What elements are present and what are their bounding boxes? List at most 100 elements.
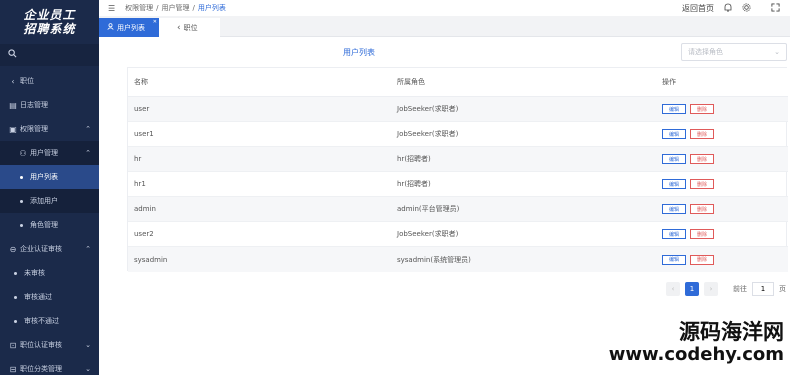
sidebar-item-label: 职位分类管理 <box>20 365 62 373</box>
sidebar-item-logs[interactable]: ▤ 日志管理 <box>0 93 99 117</box>
chevron-down-icon: ⌄ <box>774 48 780 56</box>
cell-role: sysadmin(系统管理员) <box>397 255 471 264</box>
fullscreen-icon[interactable] <box>771 2 780 14</box>
bell-icon[interactable] <box>724 3 732 14</box>
sidebar-item-label: 角色管理 <box>30 221 58 229</box>
goto-page-input[interactable] <box>752 282 774 296</box>
delete-button[interactable]: 删除 <box>690 104 714 114</box>
sidebar-item-label: 用户列表 <box>30 173 58 181</box>
tab-user-list[interactable]: 用户列表 ✕ <box>99 18 159 37</box>
settings-gear-icon[interactable] <box>742 2 751 14</box>
sidebar-item-rejected[interactable]: 审核不通过 <box>0 309 99 333</box>
sidebar-item-label: 未审核 <box>24 269 45 277</box>
sidebar-item-label: 审核通过 <box>24 293 52 301</box>
next-page-button[interactable]: › <box>704 282 718 296</box>
sidebar-item-approved[interactable]: 审核通过 <box>0 285 99 309</box>
column-header-role: 所属角色 <box>397 78 425 86</box>
delete-button[interactable]: 删除 <box>690 154 714 164</box>
back-home-link[interactable]: 返回首页 <box>682 3 714 14</box>
chevron-left-icon: ‹ <box>11 76 15 86</box>
edit-button[interactable]: 编辑 <box>662 179 686 189</box>
bullet-icon <box>14 271 17 275</box>
cell-name: hr1 <box>134 180 146 188</box>
chevron-up-icon: ⌃ <box>85 245 91 253</box>
close-icon[interactable]: ✕ <box>153 19 157 25</box>
edit-button[interactable]: 编辑 <box>662 104 686 114</box>
table-row: sysadmin sysadmin(系统管理员) 编辑 删除 <box>128 247 788 272</box>
delete-button[interactable]: 删除 <box>690 204 714 214</box>
watermark-title: 源码海洋网 <box>679 320 784 344</box>
chevron-down-icon: ⌄ <box>85 365 91 373</box>
sidebar-item-role-management[interactable]: 角色管理 <box>0 213 99 237</box>
page-number-current[interactable]: 1 <box>685 282 699 296</box>
watermark-url: www.codehy.com <box>608 344 784 365</box>
sidebar-item-position-review[interactable]: ⊡ 职位认证审核 ⌄ <box>0 333 99 357</box>
sidebar-search[interactable] <box>0 44 99 66</box>
sidebar-item-label: 日志管理 <box>20 101 48 109</box>
user-table: 名称 所属角色 操作 user JobSeeker(求职者) 编辑 删除 use… <box>127 67 788 272</box>
app-root: 企业员工 招聘系统 ‹ 职位 ▤ 日志管理 ▣ 权限管理 ⌃ ⚇ 用户管理 ⌃ <box>0 0 790 375</box>
logo-line-2: 招聘系统 <box>23 22 76 36</box>
cell-role: hr(招聘者) <box>397 155 431 163</box>
tab-label: 职位 <box>183 23 198 32</box>
edit-button[interactable]: 编辑 <box>662 204 686 214</box>
sidebar-item-unreviewed[interactable]: 未审核 <box>0 261 99 285</box>
logo-line-1: 企业员工 <box>23 8 76 22</box>
sidebar-item-user-management[interactable]: ⚇ 用户管理 ⌃ <box>0 141 99 165</box>
user-group-icon: ⚇ <box>19 148 27 158</box>
table-row: user2 JobSeeker(求职者) 编辑 删除 <box>128 222 788 247</box>
row-actions: 编辑 删除 <box>662 222 714 246</box>
role-select[interactable]: 请选择角色 ⌄ <box>681 43 787 61</box>
cell-name: hr <box>134 155 142 163</box>
top-header: ☰ 权限管理 / 用户管理 / 用户列表 返回首页 <box>99 0 790 16</box>
delete-button[interactable]: 删除 <box>690 179 714 189</box>
tab-position[interactable]: ‹ 职位 <box>159 18 220 37</box>
sidebar-item-category-management[interactable]: ⊟ 职位分类管理 ⌄ <box>0 357 99 375</box>
briefcase-icon: ⊡ <box>9 340 17 350</box>
edit-button[interactable]: 编辑 <box>662 229 686 239</box>
search-icon[interactable] <box>8 49 17 61</box>
table-row: hr hr(招聘者) 编辑 删除 <box>128 147 788 172</box>
sidebar-item-label: 用户管理 <box>30 149 58 157</box>
chevron-up-icon: ⌃ <box>85 149 91 157</box>
row-actions: 编辑 删除 <box>662 122 714 146</box>
pagination: ‹ 1 › 前往 页 <box>99 282 790 298</box>
chevron-left-icon: ‹ <box>671 285 675 293</box>
sidebar-item-company-review[interactable]: ⊖ 企业认证审核 ⌃ <box>0 237 99 261</box>
lock-icon: ▣ <box>9 124 17 134</box>
cell-name: user <box>134 105 150 113</box>
sidebar-item-label: 职位认证审核 <box>20 341 62 349</box>
breadcrumb-item[interactable]: 用户管理 <box>162 3 190 13</box>
row-actions: 编辑 删除 <box>662 97 714 121</box>
prev-page-button[interactable]: ‹ <box>666 282 680 296</box>
sidebar-item-label: 企业认证审核 <box>20 245 62 253</box>
chevron-down-icon: ⌄ <box>85 341 91 349</box>
delete-button[interactable]: 删除 <box>690 229 714 239</box>
page-suffix: 页 <box>779 285 786 293</box>
breadcrumb-current: 用户列表 <box>197 4 226 12</box>
tabs-bar: 用户列表 ✕ ‹ 职位 <box>99 16 790 37</box>
menu-toggle-icon[interactable]: ☰ <box>108 4 115 13</box>
chevron-right-icon: › <box>709 285 713 293</box>
goto-page: 前往 页 <box>733 282 786 296</box>
folder-icon: ⊟ <box>9 364 17 374</box>
breadcrumb-item[interactable]: 权限管理 <box>125 3 153 13</box>
sidebar-item-add-user[interactable]: 添加用户 <box>0 189 99 213</box>
cell-role: JobSeeker(求职者) <box>397 230 459 238</box>
sidebar-item-position[interactable]: ‹ 职位 <box>0 69 99 93</box>
cell-name: admin <box>134 205 156 213</box>
edit-button[interactable]: 编辑 <box>662 129 686 139</box>
column-header-name: 名称 <box>134 78 148 86</box>
breadcrumb-separator: / <box>156 4 159 12</box>
sidebar-item-permissions[interactable]: ▣ 权限管理 ⌃ <box>0 117 99 141</box>
delete-button[interactable]: 删除 <box>690 129 714 139</box>
edit-button[interactable]: 编辑 <box>662 154 686 164</box>
cell-name: sysadmin <box>134 255 168 264</box>
delete-button[interactable]: 删除 <box>690 254 714 265</box>
watermark: 源码海洋网 www.codehy.com <box>584 320 784 366</box>
edit-button[interactable]: 编辑 <box>662 254 686 265</box>
tab-label: 用户列表 <box>117 23 145 32</box>
header-actions: 返回首页 <box>682 0 790 16</box>
sidebar-item-label: 权限管理 <box>20 125 48 133</box>
sidebar-item-user-list[interactable]: 用户列表 <box>0 165 99 189</box>
